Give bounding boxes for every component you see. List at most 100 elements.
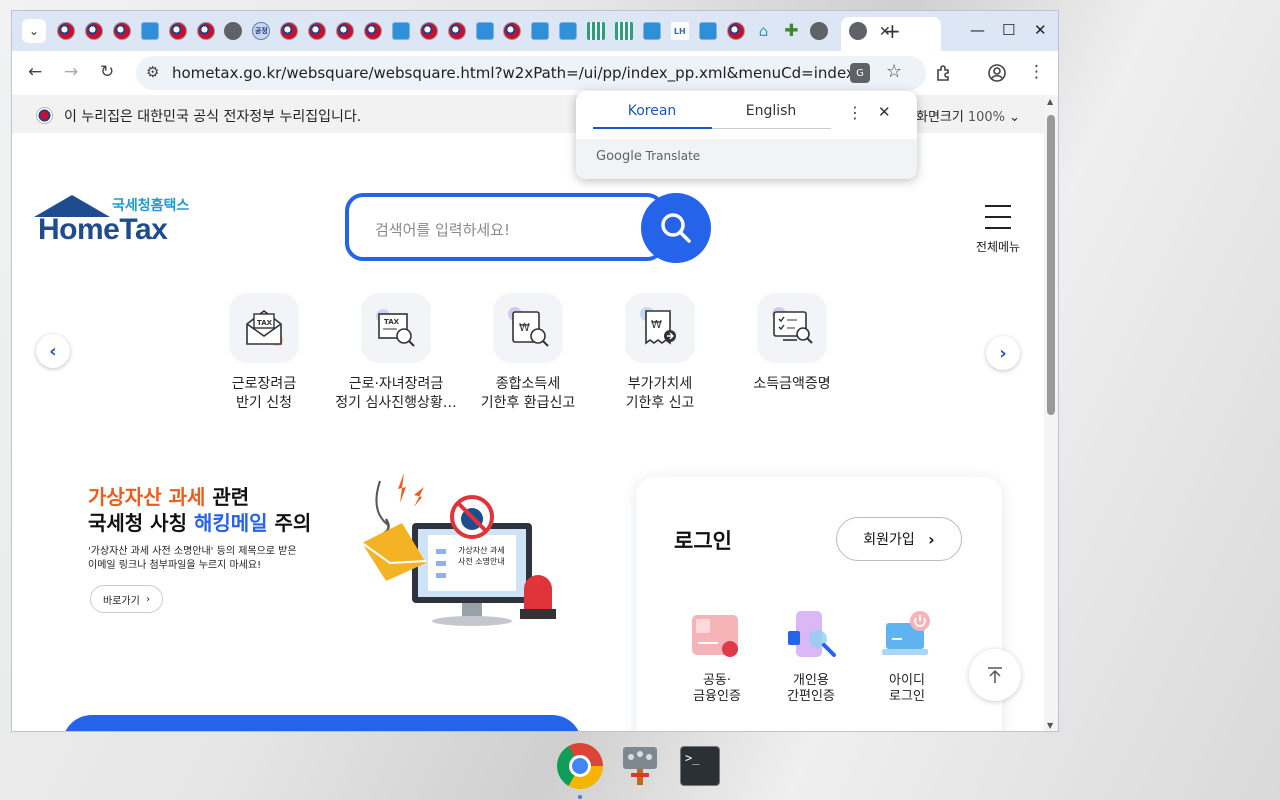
translate-more-icon[interactable]: ⋮ [847,103,863,122]
minimize-icon[interactable]: — [970,21,985,39]
banner-title-highlight: 가상자산 과세 [88,485,206,509]
service-square-tab-icon[interactable] [698,22,717,40]
certificate-login-option[interactable]: 공동· 금융인증 [672,609,762,705]
quick-menu-item[interactable]: TAX 근로·자녀장려금 정기 심사진행상황… [330,293,462,413]
banner-title-line2[interactable]: 국세청 사칭 해킹메일 주의 [88,507,311,536]
quick-menu-item[interactable]: ₩ 종합소득세 기한후 환급신고 [462,293,594,413]
korea-emblem-tab-icon[interactable] [168,22,187,40]
window-close-icon[interactable]: ✕ [1034,21,1047,39]
profile-icon[interactable] [987,63,1007,83]
hometax-logo[interactable]: 국세청홈택스 HomeTax [34,195,204,251]
chevron-right-icon: › [928,529,935,549]
translate-close-icon[interactable]: ✕ [878,103,891,121]
korea-emblem-tab-icon[interactable] [308,22,327,40]
search-placeholder: 검색어를 입력하세요! [375,221,510,239]
forward-icon[interactable]: → [64,62,78,82]
banner-title-rest: 관련 [205,485,250,509]
scroll-up-icon[interactable]: ▲ [1047,97,1053,106]
scrollbar-thumb[interactable] [1047,115,1055,415]
bars-tab-icon[interactable] [587,22,606,40]
reload-icon[interactable]: ↻ [100,62,114,82]
url-text[interactable]: hometax.go.kr/websquare/websquare.html?w… [172,64,864,82]
id-login-option[interactable]: 아이디 로그인 [862,609,952,705]
banner-title-line1[interactable]: 가상자산 과세 관련 [88,481,249,510]
korea-emblem-tab-icon[interactable] [726,22,745,40]
korea-emblem-tab-icon[interactable] [57,22,75,40]
income-certificate-icon [757,293,827,363]
korea-emblem-tab-icon[interactable] [419,22,438,40]
all-menu-button[interactable]: 전체메뉴 [970,205,1026,255]
signup-label: 회원가입 [863,532,915,548]
phone-search-icon [782,609,840,665]
site-info-icon[interactable]: ⚙ [146,63,159,81]
quick-label-line2: 반기 신청 [236,395,292,411]
tax-magnifier-icon: TAX [361,293,431,363]
search-input[interactable]: 검색어를 입력하세요! [345,193,665,261]
maximize-icon[interactable]: ☐ [1002,21,1015,39]
scroll-down-icon[interactable]: ▼ [1047,721,1053,730]
banner-description: '가상자산 과세 사전 소명안내' 등의 제목으로 받은 이메일 링크나 첨부파일… [88,545,297,573]
vertical-scrollbar[interactable]: ▲ ▼ [1044,95,1058,731]
banner-go-button[interactable]: 바로가기 › [90,585,164,613]
extensions-icon[interactable] [934,63,954,83]
svg-text:TAX: TAX [384,318,400,326]
bars-tab-icon[interactable] [615,22,633,40]
signup-button[interactable]: 회원가입 › [836,517,962,561]
service-square-tab-icon[interactable] [140,22,159,40]
translate-target-tab[interactable]: English [712,103,830,119]
browser-menu-icon[interactable]: ⋮ [1028,62,1045,82]
quick-label-line2: 기한후 신고 [625,395,695,411]
back-icon[interactable]: ← [28,62,42,82]
login-option-line1: 아이디 [889,673,925,688]
home-outline-tab-icon[interactable]: ⌂ [755,22,773,40]
tool-taskbar-icon[interactable] [616,742,664,790]
new-tab-button[interactable]: + [884,19,901,43]
service-square-tab-icon[interactable] [559,22,578,40]
bookmark-star-icon[interactable]: ☆ [886,61,902,82]
bottom-blue-banner[interactable] [62,715,582,731]
quick-label-line2: 정기 심사진행상황… [335,395,457,411]
laptop-power-icon [878,609,936,665]
login-option-line1: 공동· [702,673,732,688]
service-square-tab-icon[interactable] [642,22,661,40]
korea-emblem-tab-icon[interactable] [363,22,382,40]
chrome-taskbar-icon[interactable] [556,742,604,790]
korea-emblem-tab-icon[interactable] [196,22,215,40]
gov-badge-tab-icon[interactable]: 공정 [252,22,271,40]
service-square-tab-icon[interactable] [475,22,494,40]
quick-menu-item[interactable]: ₩ 부가가치세 기한후 신고 [594,293,726,413]
screen-text-line2: 사전 소명안내 [458,556,505,566]
scroll-to-top-button[interactable] [969,649,1021,701]
korea-emblem-tab-icon[interactable] [503,22,522,40]
simple-auth-login-option[interactable]: 개인용 간편인증 [766,609,856,705]
globe-tab-icon[interactable] [224,22,243,40]
active-tab-underline [593,127,712,129]
search-button[interactable] [641,193,711,263]
address-bar[interactable]: ⚙ hometax.go.kr/websquare/websquare.html… [136,56,926,90]
korea-emblem-tab-icon[interactable] [112,22,131,40]
korea-emblem-tab-icon[interactable] [84,22,103,40]
banner-go-label: 바로가기 [103,595,140,607]
translate-source-tab[interactable]: Korean [593,103,711,119]
quick-menu-item[interactable]: TAX 근로장려금 반기 신청 [198,293,330,413]
translate-icon[interactable]: G [850,63,870,83]
active-tab-favicon [849,22,867,40]
carousel-next-button[interactable]: › [986,336,1020,370]
korea-emblem-tab-icon[interactable] [336,22,354,40]
plus-cross-tab-icon[interactable]: ✚ [782,21,800,41]
terminal-taskbar-icon[interactable]: >_ [676,742,724,790]
tab-strip: ⌄ 공정 LH ⌂ ✚ ✕ + — ☐ ✕ [12,11,1058,51]
service-square-tab-icon[interactable] [531,22,550,40]
service-square-tab-icon[interactable] [391,22,410,40]
lh-logo-tab-icon[interactable]: LH [670,22,689,40]
korea-emblem-tab-icon[interactable] [280,22,299,40]
all-menu-label: 전체메뉴 [975,240,1021,254]
globe-tab-icon[interactable] [810,22,829,40]
carousel-prev-button[interactable]: ‹ [36,334,70,368]
screen-size-control[interactable]: 화면크기 100% ⌄ [916,106,1020,125]
banner-desc-line2: 이메일 링크나 첨부파일을 누르지 마세요! [88,560,262,571]
korea-emblem-tab-icon[interactable] [447,22,466,40]
tab-search-button[interactable]: ⌄ [22,19,46,43]
screen-size-value[interactable]: 100% [968,110,1005,125]
quick-menu-item[interactable]: 소득금액증명 [726,293,858,394]
